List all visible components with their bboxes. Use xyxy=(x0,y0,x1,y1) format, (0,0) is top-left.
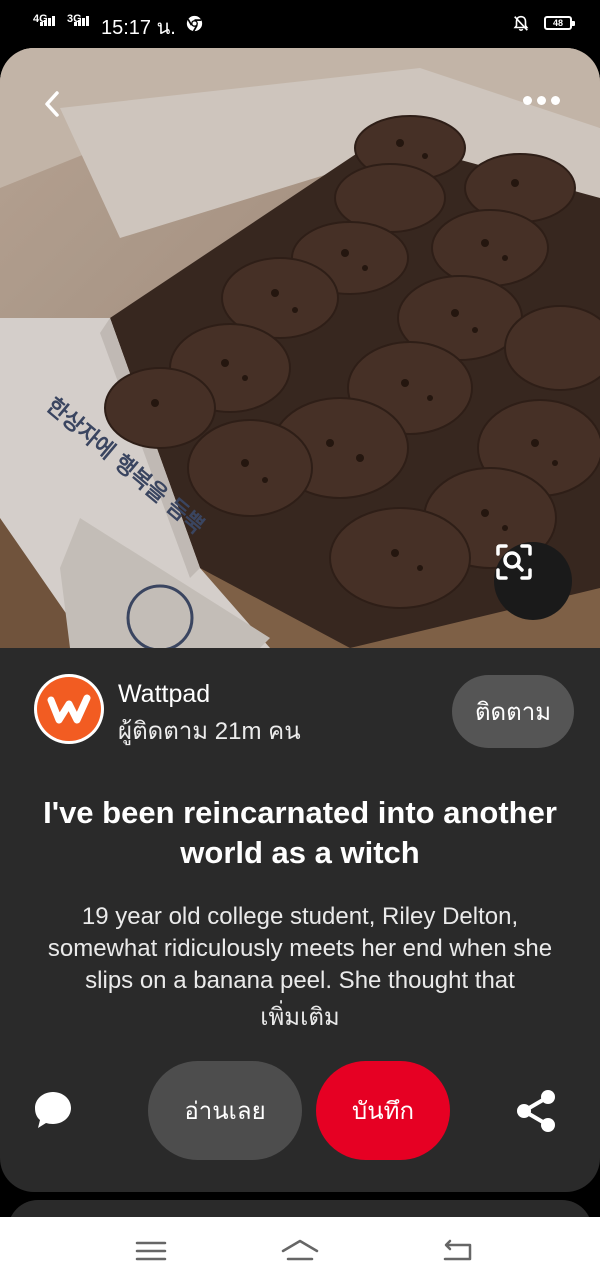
author-avatar[interactable] xyxy=(34,674,104,744)
signal-icon-2 xyxy=(74,16,89,26)
follower-count: ผู้ติดตาม 21m คน xyxy=(118,718,301,745)
see-more-link[interactable]: เพิ่มเติม xyxy=(0,1002,600,1034)
back-button[interactable] xyxy=(42,90,82,130)
save-button[interactable]: บันทึก xyxy=(316,1061,450,1160)
more-options-icon xyxy=(523,96,532,105)
battery-icon: 48 xyxy=(544,16,575,30)
pin-card: 한상자에 행복을 듬뿍 Wattpad ผู้ติดตาม 21m คน ติด… xyxy=(0,48,600,1192)
share-button[interactable] xyxy=(514,1088,558,1134)
navigation-bar xyxy=(0,1217,600,1287)
chrome-icon xyxy=(186,15,203,32)
visual-search-icon xyxy=(496,544,532,580)
home-icon xyxy=(281,1239,319,1261)
battery-level: 48 xyxy=(552,18,563,28)
comment-icon xyxy=(35,1092,71,1128)
visual-search-button[interactable] xyxy=(494,542,572,620)
back-arrow-icon xyxy=(45,91,59,117)
share-icon xyxy=(517,1090,555,1132)
author-name[interactable]: Wattpad xyxy=(118,680,210,709)
pin-title: I've been reincarnated into another worl… xyxy=(43,795,557,870)
clock: 15:17 น. xyxy=(101,17,176,39)
menu-icon xyxy=(135,1241,167,1261)
menu-button[interactable] xyxy=(131,1235,171,1267)
system-back-button[interactable] xyxy=(437,1235,477,1267)
pin-description: 19 year old college student, Riley Delto… xyxy=(47,903,553,994)
muted-bell-icon xyxy=(513,15,529,31)
comment-button[interactable] xyxy=(32,1089,74,1131)
more-options-button[interactable] xyxy=(523,96,560,105)
home-button[interactable] xyxy=(280,1235,320,1267)
wattpad-logo-icon xyxy=(47,694,91,724)
pin-image[interactable]: 한상자에 행복을 듬뿍 xyxy=(0,48,600,648)
signal-icon-1 xyxy=(40,16,55,26)
read-now-button[interactable]: อ่านเลย xyxy=(148,1061,302,1160)
back-icon xyxy=(443,1239,472,1261)
follow-button[interactable]: ติดตาม xyxy=(452,675,574,748)
status-bar: 4G 3G 15:17 น. 48 xyxy=(0,0,600,48)
